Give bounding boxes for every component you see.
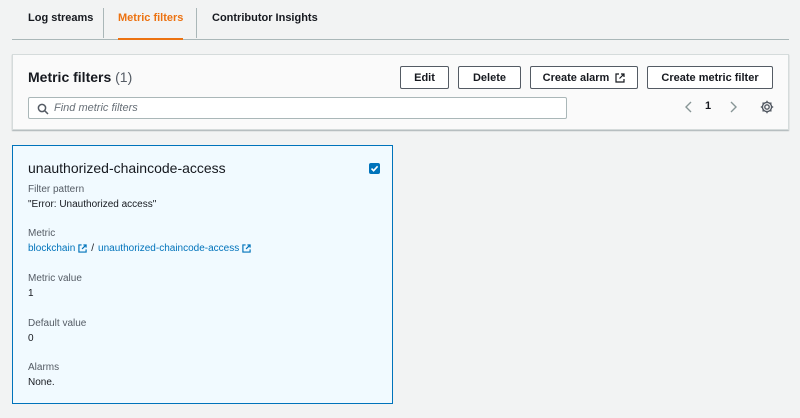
create-alarm-button[interactable]: Create alarm xyxy=(530,66,638,89)
chevron-left-icon[interactable] xyxy=(683,100,695,114)
tab-metric-filters[interactable]: Metric filters xyxy=(118,0,184,40)
metric-value-value: 1 xyxy=(28,288,34,299)
tab-log-streams[interactable]: Log streams xyxy=(28,0,93,39)
alarms-label: Alarms xyxy=(28,362,60,373)
delete-button[interactable]: Delete xyxy=(458,66,521,89)
gear-icon[interactable] xyxy=(759,99,775,115)
create-metric-filter-button[interactable]: Create metric filter xyxy=(647,66,773,89)
metric-namespace-link[interactable]: blockchain xyxy=(28,243,75,254)
filter-count: (1) xyxy=(115,69,133,85)
filter-pattern-value: "Error: Unauthorized access" xyxy=(28,199,157,210)
metric-separator: / xyxy=(91,243,95,254)
edit-button[interactable]: Edit xyxy=(400,66,449,89)
alarms-value: None. xyxy=(28,377,55,388)
metric-value-label: Metric value xyxy=(28,273,82,284)
select-checkbox[interactable] xyxy=(369,163,380,174)
external-link-icon xyxy=(615,72,625,83)
metric-filters-panel: Metric filters (1) Edit Delete Create al… xyxy=(12,54,789,130)
tab-divider xyxy=(196,8,197,38)
external-link-icon xyxy=(78,244,87,253)
tab-contributor-insights[interactable]: Contributor Insights xyxy=(212,0,318,39)
search-icon xyxy=(37,102,49,120)
create-alarm-label: Create alarm xyxy=(542,71,610,84)
metric-name-link[interactable]: unauthorized-chaincode-access xyxy=(98,243,239,254)
metric-filter-card[interactable]: unauthorized-chaincode-access Filter pat… xyxy=(12,145,393,404)
page-number[interactable]: 1 xyxy=(705,100,711,112)
tab-divider xyxy=(103,8,104,38)
search-box xyxy=(28,97,567,119)
metric-label: Metric xyxy=(28,228,56,239)
default-value-label: Default value xyxy=(28,318,87,329)
checkmark-icon xyxy=(370,165,379,172)
card-title: unauthorized-chaincode-access xyxy=(28,160,226,176)
tab-bar: Log streams Metric filters Contributor I… xyxy=(12,0,789,40)
external-link-icon xyxy=(242,244,251,253)
chevron-right-icon[interactable] xyxy=(727,100,739,114)
filter-pattern-label: Filter pattern xyxy=(28,184,85,195)
panel-title: Metric filters (1) xyxy=(28,69,132,85)
metric-value-row: blockchain / unauthorized-chaincode-acce… xyxy=(28,243,255,254)
panel-title-text: Metric filters xyxy=(28,69,112,85)
default-value-value: 0 xyxy=(28,333,34,344)
search-input[interactable] xyxy=(54,98,559,118)
